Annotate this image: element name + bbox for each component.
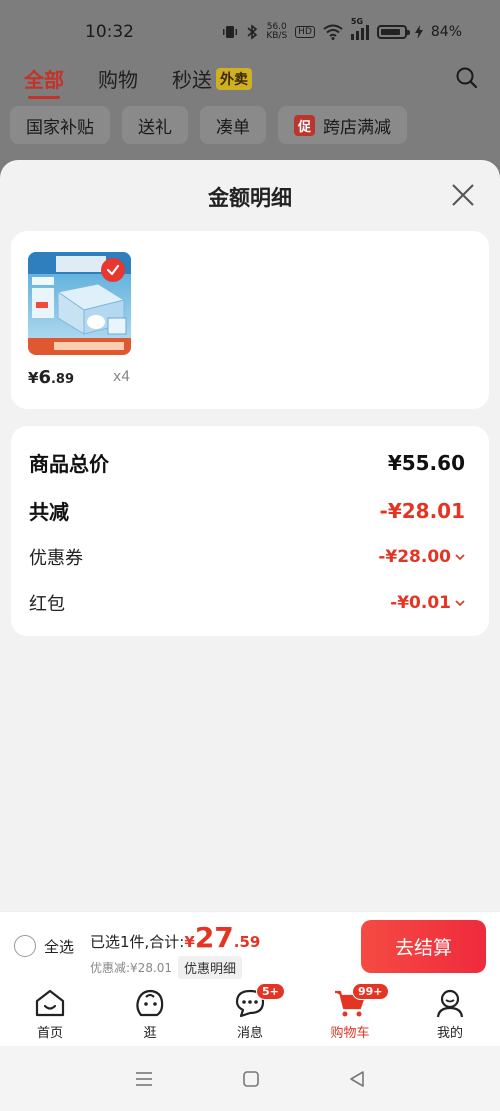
nav-profile-label: 我的	[436, 1026, 463, 1041]
top-tabs: 全部 购物 秒送 外卖	[24, 60, 480, 99]
filter-chips: 国家补贴 送礼 凑单 促跨店满减	[10, 106, 500, 144]
selected-text: 已选1件,合计:	[90, 933, 185, 951]
bottom-nav: 首页 逛 5+ 消息 99+ 购物车 我的	[0, 981, 500, 1046]
search-icon	[456, 67, 478, 89]
price-decimal: .89	[50, 372, 74, 387]
profile-icon	[436, 989, 464, 1018]
checkout-bar: 全选 已选1件,合计: ¥ 27 .59 优惠减:¥28.01 优惠明细 去结算	[0, 911, 500, 981]
total-symbol: ¥	[184, 933, 195, 951]
redpacket-value-group: -¥0.01	[390, 593, 465, 613]
select-all-radio[interactable]	[14, 935, 36, 957]
coupon-value-group: -¥28.00	[378, 547, 465, 567]
nav-message-label: 消息	[236, 1026, 263, 1041]
browse-icon	[136, 989, 164, 1017]
takeout-badge: 外卖	[216, 67, 252, 90]
nav-home-label: 首页	[36, 1026, 63, 1041]
home-icon	[35, 989, 65, 1017]
total-price-value: ¥55.60	[387, 450, 465, 475]
total-price-label: 商品总价	[29, 452, 109, 476]
redpacket-row[interactable]: 红包 -¥0.01	[29, 590, 465, 616]
product-price: ¥ 6 .89	[28, 367, 74, 388]
vibrate-icon	[223, 26, 238, 38]
redpacket-value: -¥0.01	[390, 593, 451, 613]
price-integer: 6	[38, 367, 51, 388]
product-thumbnail[interactable]	[28, 252, 131, 355]
close-button[interactable]	[450, 182, 476, 208]
status-bar: 10:32 56.0 KB/S HD 5G 84%	[0, 0, 500, 64]
price-symbol: ¥	[28, 369, 39, 387]
battery-icon	[376, 25, 410, 39]
redpacket-label: 红包	[29, 594, 65, 615]
close-icon	[452, 184, 474, 206]
menu-icon[interactable]	[134, 1070, 154, 1088]
coupon-label: 优惠券	[29, 548, 83, 569]
system-nav-bar	[0, 1046, 500, 1111]
net-speed-unit: KB/S	[266, 31, 288, 41]
total-integer: 27	[194, 921, 234, 954]
price-summary-card: 商品总价 ¥55.60 共减 -¥28.01 优惠券 -¥28.00 红包 -¥…	[11, 426, 489, 636]
home-square-icon[interactable]	[242, 1070, 260, 1088]
select-all[interactable]: 全选	[14, 935, 74, 957]
chip-combine[interactable]: 凑单	[200, 106, 266, 144]
back-icon[interactable]	[348, 1070, 366, 1088]
chevron-down-icon	[455, 554, 465, 561]
select-all-label: 全选	[44, 937, 75, 956]
signal-icon: 5G	[350, 17, 369, 40]
tab-express-label: 秒送	[172, 67, 212, 92]
tab-express[interactable]: 秒送 外卖	[172, 64, 252, 93]
status-time: 10:32	[85, 22, 134, 42]
chip-cross-store[interactable]: 促跨店满减	[278, 106, 408, 144]
chip-national-subsidy[interactable]: 国家补贴	[10, 106, 110, 144]
total-reduce-label: 共减	[29, 500, 69, 524]
discount-line: 优惠减:¥28.01 优惠明细	[90, 956, 243, 979]
message-badge: 5+	[256, 983, 285, 1000]
total-reduce-row: 共减 -¥28.01	[29, 496, 465, 525]
nav-browse-label: 逛	[143, 1026, 157, 1041]
discount-detail-button[interactable]: 优惠明细	[178, 956, 243, 979]
status-icons: 56.0 KB/S HD 5G 84%	[222, 17, 462, 41]
tab-all[interactable]: 全部	[24, 64, 64, 99]
net-speed: 56.0 KB/S	[266, 23, 287, 41]
nav-cart[interactable]: 99+ 购物车	[300, 981, 400, 1046]
product-quantity: x4	[113, 369, 131, 385]
nav-cart-label: 购物车	[330, 1026, 370, 1041]
total-reduce-value: -¥28.01	[379, 498, 465, 523]
nav-home[interactable]: 首页	[0, 981, 100, 1046]
promo-tag: 促	[294, 114, 316, 136]
selected-check-icon	[101, 258, 125, 282]
nav-profile[interactable]: 我的	[400, 981, 500, 1046]
chip-gift[interactable]: 送礼	[122, 106, 188, 144]
charging-icon	[414, 25, 423, 39]
checkout-button[interactable]: 去结算	[361, 920, 486, 973]
search-button[interactable]	[454, 65, 480, 91]
amount-detail-sheet: 金额明细 ¥ 6 .89 x4 商品总价 ¥55.60 共减 -¥28.01 优…	[0, 160, 500, 911]
chevron-down-icon	[455, 600, 465, 607]
bluetooth-icon	[247, 24, 258, 40]
total-decimal: .59	[233, 933, 261, 951]
sheet-title: 金额明细	[208, 186, 292, 210]
tab-shopping[interactable]: 购物	[98, 64, 138, 93]
hd-badge: HD	[295, 26, 315, 38]
signal-label: 5G	[350, 17, 364, 26]
battery-percent: 84%	[430, 24, 462, 40]
product-card: ¥ 6 .89 x4	[11, 231, 489, 409]
chip-cross-store-label: 跨店满减	[323, 117, 392, 138]
coupon-row[interactable]: 优惠券 -¥28.00	[29, 544, 465, 570]
nav-message[interactable]: 5+ 消息	[200, 981, 300, 1046]
coupon-value: -¥28.00	[378, 547, 451, 567]
cart-badge: 99+	[352, 983, 389, 1000]
total-price-row: 商品总价 ¥55.60	[29, 448, 465, 477]
total-line: 已选1件,合计: ¥ 27 .59	[90, 924, 260, 952]
nav-browse[interactable]: 逛	[100, 981, 200, 1046]
discount-text: 优惠减:¥28.01	[90, 961, 173, 975]
wifi-icon	[323, 24, 343, 40]
